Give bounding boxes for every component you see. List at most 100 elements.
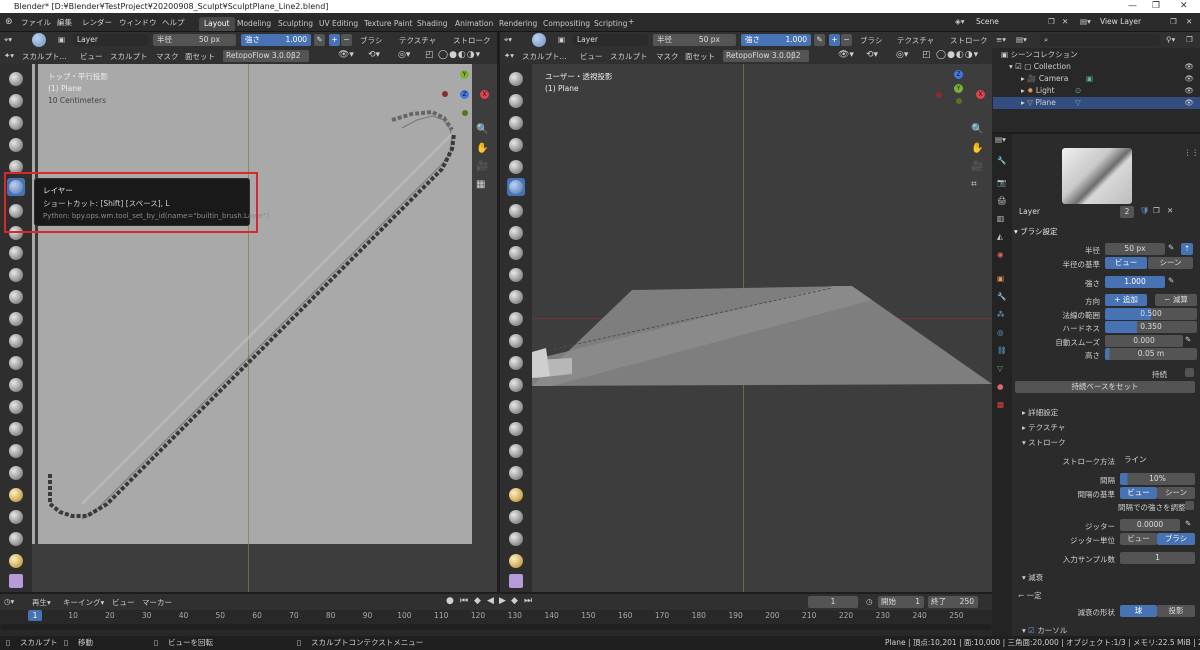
zoom-icon[interactable]: 🔍: [971, 124, 983, 135]
current-frame-field[interactable]: 1: [808, 596, 858, 608]
tool-mask-icon[interactable]: [507, 552, 525, 570]
brush-preview-image[interactable]: [1062, 148, 1132, 204]
tab-scripting[interactable]: Scripting: [589, 17, 632, 31]
view-layer-tab-icon[interactable]: ▥: [997, 214, 1004, 223]
autosmooth-field[interactable]: 0.000: [1105, 335, 1183, 347]
right-viewport-canvas[interactable]: [532, 64, 992, 592]
left-navigation-gizmo[interactable]: Y X Z: [440, 66, 490, 116]
brush-icon[interactable]: [532, 33, 546, 47]
direction-add-button[interactable]: +: [829, 34, 840, 46]
next-keyframe-icon[interactable]: ◆: [511, 596, 518, 606]
view-layer-selector[interactable]: View Layer: [1096, 16, 1166, 28]
direction-add-button[interactable]: + 追加: [1105, 294, 1147, 306]
tool-fill-icon[interactable]: [7, 310, 25, 328]
gizmo-neg-y[interactable]: [462, 110, 468, 116]
shading-modes-icon[interactable]: ◯●◐◑▾: [438, 50, 481, 60]
tool-clay-strips-icon[interactable]: [7, 136, 25, 154]
mode-icon[interactable]: ✦▾: [504, 51, 514, 60]
tool-multiplane-scrape-icon[interactable]: [7, 354, 25, 372]
tab-rendering[interactable]: Rendering: [494, 17, 542, 31]
gizmo-y-axis[interactable]: Y: [460, 70, 469, 79]
tab-texture-paint[interactable]: Texture Paint: [359, 17, 417, 31]
direction-subtract-button[interactable]: − 減算: [1155, 294, 1197, 306]
scene-icon[interactable]: ◈▾: [955, 17, 965, 26]
menu-face-sets[interactable]: 面セット: [685, 51, 715, 62]
direction-subtract-button[interactable]: −: [841, 34, 852, 46]
tool-draw-sharp-icon[interactable]: [507, 92, 525, 110]
zoom-icon[interactable]: 🔍: [476, 124, 488, 135]
pressure-strength-icon[interactable]: ✎: [314, 34, 325, 46]
maximize-button[interactable]: ❐: [1152, 0, 1160, 13]
outliner-plane[interactable]: ▸ ▽ Plane ▽ 👁: [993, 97, 1200, 109]
gizmo-icon[interactable]: ⟲▾: [866, 50, 878, 60]
editor-type-icon[interactable]: ⌖▾: [4, 35, 12, 45]
stroke-method-dropdown[interactable]: ライン: [1120, 454, 1195, 466]
tool-scrape-icon[interactable]: [507, 332, 525, 350]
pressure-strength-icon[interactable]: ✎: [814, 34, 825, 46]
tab-uv-editing[interactable]: UV Editing: [314, 17, 363, 31]
stroke-menu[interactable]: ストローク: [453, 35, 491, 46]
tool-snake-hook-icon[interactable]: [507, 442, 525, 460]
menu-file[interactable]: ファイル: [21, 17, 51, 28]
shading-modes-icon[interactable]: ◯●◐◑▾: [936, 50, 979, 60]
eye-icon[interactable]: 👁: [1184, 61, 1194, 73]
radius-base-view-button[interactable]: ビュー: [1105, 257, 1147, 269]
menu-window[interactable]: ウィンドウ: [119, 17, 157, 28]
texture-menu[interactable]: テクスチャ: [897, 35, 934, 46]
tool-nudge-icon[interactable]: [507, 508, 525, 526]
gizmo-neg-x[interactable]: [442, 91, 448, 97]
fake-user-icon[interactable]: 🛡: [1140, 206, 1150, 215]
radius-field[interactable]: 50 px: [1105, 243, 1165, 255]
visibility-icon[interactable]: 👁▾: [338, 50, 354, 60]
falloff-preset[interactable]: ⌐ 一定: [1018, 590, 1042, 601]
camera-view-icon[interactable]: 🎥: [476, 161, 488, 172]
retopoflow-menu[interactable]: RetopoFlow 3.0.0β2: [723, 50, 809, 62]
section-falloff[interactable]: ▾ 減衰: [1022, 572, 1043, 583]
scene-tab-icon[interactable]: ◭: [997, 232, 1003, 241]
menu-render[interactable]: レンダー: [82, 17, 112, 28]
object-tab-icon[interactable]: ▣: [997, 274, 1004, 283]
gizmo-x-axis[interactable]: X: [976, 90, 985, 99]
brush-users-count[interactable]: 2: [1120, 206, 1134, 218]
tool-grab-icon[interactable]: [7, 398, 25, 416]
strength-field[interactable]: 強さ 1.000: [241, 34, 311, 46]
gizmo-neg-y[interactable]: [956, 98, 962, 104]
world-tab-icon[interactable]: ◉: [997, 250, 1004, 259]
display-mode-icon[interactable]: ▤▾: [1016, 35, 1027, 44]
outliner-root[interactable]: ▣ シーンコレクション: [993, 49, 1200, 61]
tab-compositing[interactable]: Compositing: [538, 17, 595, 31]
ortho-grid-icon[interactable]: ▦: [476, 179, 485, 190]
jitter-brush-button[interactable]: ブラシ: [1157, 533, 1195, 545]
pan-hand-icon[interactable]: ✋: [476, 143, 488, 154]
brush-name-field[interactable]: Layer: [573, 34, 648, 46]
menu-view[interactable]: ビュー: [580, 51, 603, 62]
radius-base-scene-button[interactable]: シーン: [1148, 257, 1193, 269]
tool-clay-thumb-icon[interactable]: [507, 158, 525, 176]
tool-tab-icon[interactable]: 🔧: [997, 156, 1006, 165]
tab-animation[interactable]: Animation: [450, 17, 498, 31]
persistent-checkbox[interactable]: [1185, 368, 1194, 377]
tool-clay-icon[interactable]: [507, 114, 525, 132]
outliner-search[interactable]: ⌕: [1040, 34, 1160, 46]
gizmo-icon[interactable]: ⟲▾: [368, 50, 380, 60]
tool-fill-icon[interactable]: [507, 310, 525, 328]
tool-pinch-icon[interactable]: [7, 376, 25, 394]
cursor-checkbox[interactable]: ☑: [1028, 626, 1035, 635]
radius-field[interactable]: 半径 50 px: [653, 34, 736, 46]
checkbox-icon[interactable]: ☑: [1015, 62, 1024, 71]
camera-view-icon[interactable]: 🎥: [971, 161, 983, 172]
falloff-sphere-button[interactable]: 球: [1120, 605, 1157, 617]
tool-grab-icon[interactable]: [507, 398, 525, 416]
tool-pose-icon[interactable]: [507, 486, 525, 504]
data-tab-icon[interactable]: ▽: [997, 364, 1003, 373]
brush-name-field[interactable]: Layer: [73, 34, 148, 46]
add-workspace-icon[interactable]: +: [628, 17, 634, 26]
view-layer-icon[interactable]: ▤▾: [1080, 17, 1091, 26]
blender-logo-icon[interactable]: ⊛: [5, 17, 13, 27]
panel-drag-icon[interactable]: ⋮⋮: [1184, 148, 1199, 157]
tool-draw-icon[interactable]: [507, 70, 525, 88]
physics-tab-icon[interactable]: ◎: [997, 328, 1004, 337]
outliner-light[interactable]: ▸ ✹ Light ⊙ 👁: [993, 85, 1200, 97]
brush-icon[interactable]: [32, 33, 46, 47]
keying-menu[interactable]: キーイング▾: [63, 597, 104, 608]
